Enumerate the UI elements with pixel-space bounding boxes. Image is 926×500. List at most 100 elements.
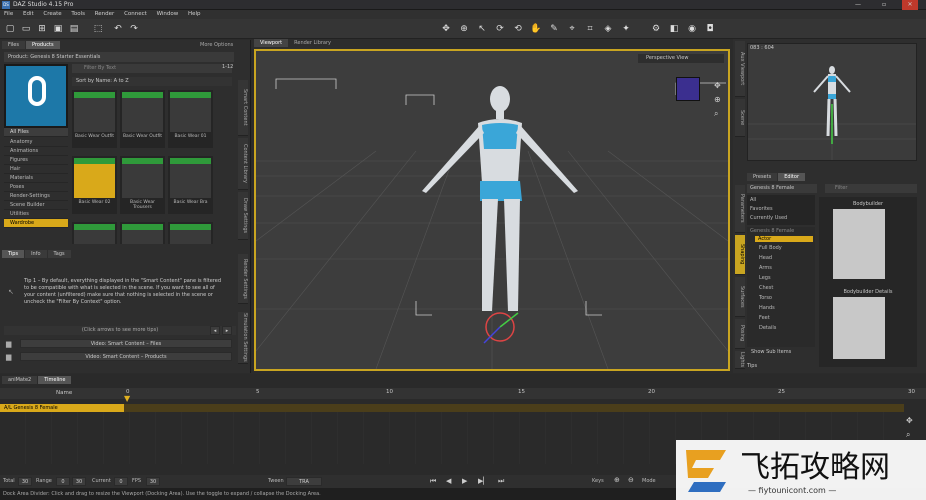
side-tab-scene[interactable]: Scene [735, 99, 745, 137]
tree-item[interactable]: Legs [759, 275, 771, 281]
step-forward-icon[interactable]: ▶▏ [478, 477, 489, 485]
side-tab-surfaces[interactable]: Surfaces [735, 277, 745, 317]
list-item[interactable]: Currently Used [750, 215, 787, 221]
3d-viewport[interactable]: Perspective View ✥ ⊕ ⌕ [254, 49, 730, 371]
camera-icon[interactable]: ◘ [704, 23, 716, 35]
rotate-tool-icon[interactable]: ⟳ [494, 23, 506, 35]
side-tab-simulation[interactable]: Simulation Settings [238, 312, 248, 364]
scene-icon[interactable]: ⬚ [92, 23, 104, 35]
skip-start-icon[interactable]: ⏮ [430, 477, 436, 486]
category-poses[interactable]: Poses [4, 183, 68, 192]
video-files-button[interactable]: Video: Smart Content – Files [20, 339, 232, 348]
morph-thumb-bodybuilder-details[interactable] [833, 297, 885, 359]
timeline-zoom-icon[interactable]: ⌕ [906, 430, 910, 440]
tab-files[interactable]: Files [2, 41, 25, 49]
redo-icon[interactable]: ↷ [128, 23, 140, 35]
spot-render-icon[interactable]: ✦ [620, 23, 632, 35]
category-materials[interactable]: Materials [4, 174, 68, 183]
side-tab-posing[interactable]: Posing [735, 319, 745, 349]
menu-connect[interactable]: Connect [120, 10, 151, 18]
figure-select[interactable]: Genesis 8 Female [747, 184, 817, 193]
side-tab-aux-viewport[interactable]: Aux Viewport [735, 41, 745, 97]
tab-products[interactable]: Products [25, 41, 60, 49]
content-thumb[interactable]: Basic Wear 01 [168, 90, 213, 148]
geometry-editor-icon[interactable]: ⌖ [566, 23, 578, 35]
content-thumb[interactable] [168, 222, 213, 244]
filter-input[interactable]: Filter By Text [72, 64, 232, 73]
content-thumb[interactable] [120, 222, 165, 244]
render-settings-icon[interactable]: ⚙ [650, 23, 662, 35]
category-figures[interactable]: Figures [4, 156, 68, 165]
side-tab-draw-settings[interactable]: Draw Settings [238, 192, 248, 240]
menu-create[interactable]: Create [39, 10, 65, 18]
menu-help[interactable]: Help [184, 10, 205, 18]
tab-tips[interactable]: Tips [2, 250, 25, 258]
category-scene-builder[interactable]: Scene Builder [4, 201, 68, 210]
category-utilities[interactable]: Utilities [4, 210, 68, 219]
side-tab-smart-content[interactable]: Smart Content [238, 80, 248, 136]
tab-timeline[interactable]: Timeline [38, 376, 72, 384]
product-thumbnail[interactable] [4, 64, 68, 128]
content-thumb[interactable]: Basic Wear Bra [168, 156, 213, 214]
list-item[interactable]: All [750, 197, 756, 203]
menu-window[interactable]: Window [153, 10, 183, 18]
tree-item[interactable]: Chest [759, 285, 773, 291]
tab-editor[interactable]: Editor [778, 173, 806, 181]
node-select-icon[interactable]: ↖ [476, 23, 488, 35]
pan-icon[interactable]: ⊕ [714, 95, 721, 104]
tween-select[interactable]: TRA [286, 477, 322, 486]
side-tab-lights[interactable]: Lights [735, 351, 745, 369]
maximize-button[interactable]: ▫ [876, 0, 892, 10]
timeline-track[interactable] [124, 404, 904, 412]
transform-gizmo[interactable] [483, 312, 519, 344]
range-start-field[interactable]: 0 [56, 477, 70, 486]
universal-tool-icon[interactable]: ✥ [440, 23, 452, 35]
view-select[interactable]: Perspective View [638, 54, 724, 63]
step-back-icon[interactable]: ◀ [446, 477, 451, 485]
tab-info[interactable]: Info [25, 250, 47, 258]
timeline-track-label[interactable]: A/L Genesis 8 Female [0, 404, 124, 412]
tree-item[interactable]: Arms [759, 265, 772, 271]
aux-viewport[interactable]: 083 : 604 [747, 43, 917, 161]
side-tab-content-library[interactable]: Content Library [238, 138, 248, 190]
category-hair[interactable]: Hair [4, 165, 68, 174]
list-item[interactable]: Favorites [750, 206, 773, 212]
menu-file[interactable]: File [0, 10, 17, 18]
tab-render-library[interactable]: Render Library [288, 39, 337, 47]
undo-icon[interactable]: ↶ [112, 23, 124, 35]
minimize-button[interactable]: — [850, 0, 866, 10]
timeline-ruler[interactable]: Name 0 5 10 15 20 25 30 [0, 388, 926, 399]
add-key-icon[interactable]: ⊕ [614, 476, 620, 484]
side-tab-parameters[interactable]: Parameters [735, 185, 745, 233]
side-tab-render-settings[interactable]: Render Settings [238, 254, 248, 304]
zoom-icon[interactable]: ⌕ [714, 109, 718, 119]
translate-tool-icon[interactable]: ⊕ [458, 23, 470, 35]
figure-genesis-8-female[interactable] [422, 86, 578, 311]
tips-tab[interactable]: Tips [747, 363, 757, 369]
merge-icon[interactable]: ⊞ [36, 23, 48, 35]
close-button[interactable]: ✕ [902, 0, 918, 10]
orbit-icon[interactable]: ✥ [714, 81, 721, 90]
tree-item[interactable]: Feet [759, 315, 770, 321]
open-file-icon[interactable]: ▭ [20, 23, 32, 35]
remove-key-icon[interactable]: ⊖ [628, 476, 634, 484]
play-icon[interactable]: ▶ [462, 477, 467, 485]
tree-item[interactable]: Hands [759, 305, 775, 311]
show-sub-items-checkbox[interactable]: Show Sub Items [751, 349, 791, 355]
view-cube-icon[interactable] [676, 77, 700, 101]
content-thumb[interactable]: Basic Wear Trousers [120, 156, 165, 214]
fps-field[interactable]: 30 [146, 477, 160, 486]
category-render-settings[interactable]: Render-Settings [4, 192, 68, 201]
category-all-files[interactable]: All Files [4, 128, 68, 137]
region-nav-icon[interactable]: ⌗ [584, 23, 596, 35]
current-field[interactable]: 0 [114, 477, 128, 486]
next-tip-button[interactable]: ▸ [222, 326, 232, 335]
range-end-field[interactable]: 30 [72, 477, 86, 486]
iray-preview-icon[interactable]: ◉ [686, 23, 698, 35]
tab-tags[interactable]: Tags [47, 250, 71, 258]
tree-item[interactable]: Head [759, 255, 772, 261]
morph-thumb-bodybuilder[interactable] [833, 209, 885, 279]
menu-tools[interactable]: Tools [67, 10, 89, 18]
tree-item[interactable]: Full Body [759, 245, 782, 251]
new-file-icon[interactable]: ▢ [4, 23, 16, 35]
